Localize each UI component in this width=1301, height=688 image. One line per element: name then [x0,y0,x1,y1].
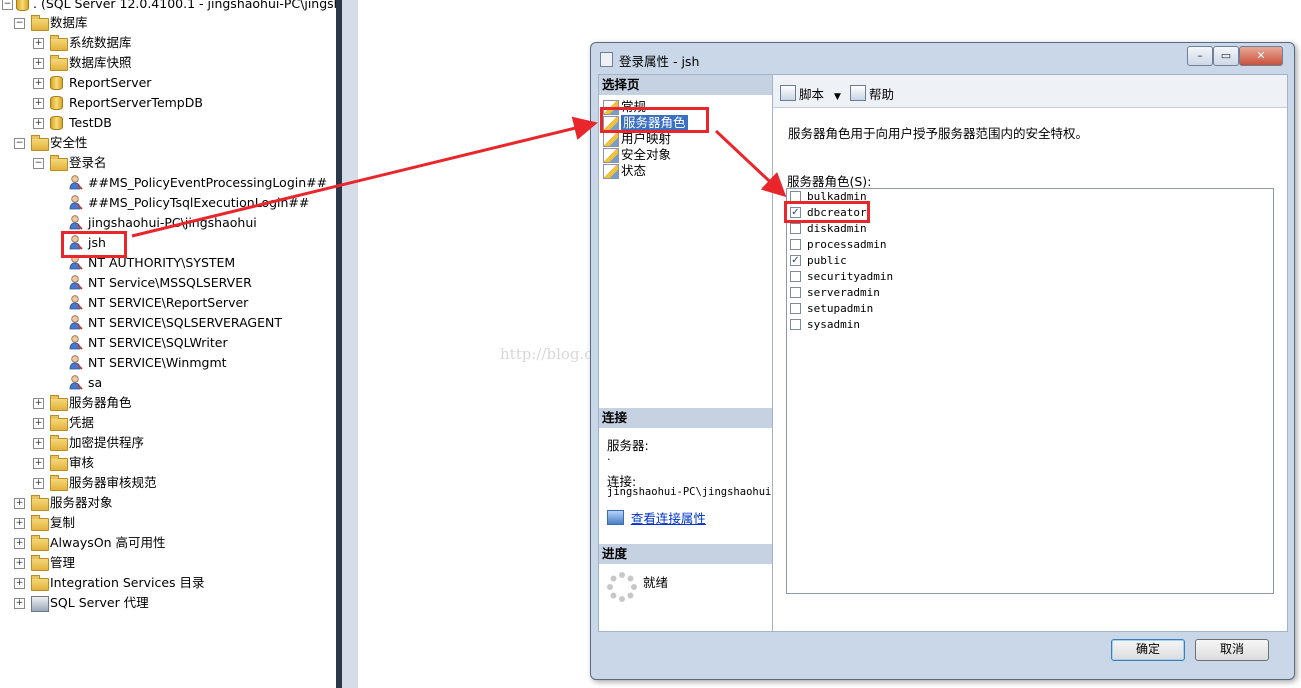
annotation-arrows [131,116,787,238]
arrow-to-server-roles-page [131,116,598,238]
arrow-to-dbcreator [714,129,787,198]
